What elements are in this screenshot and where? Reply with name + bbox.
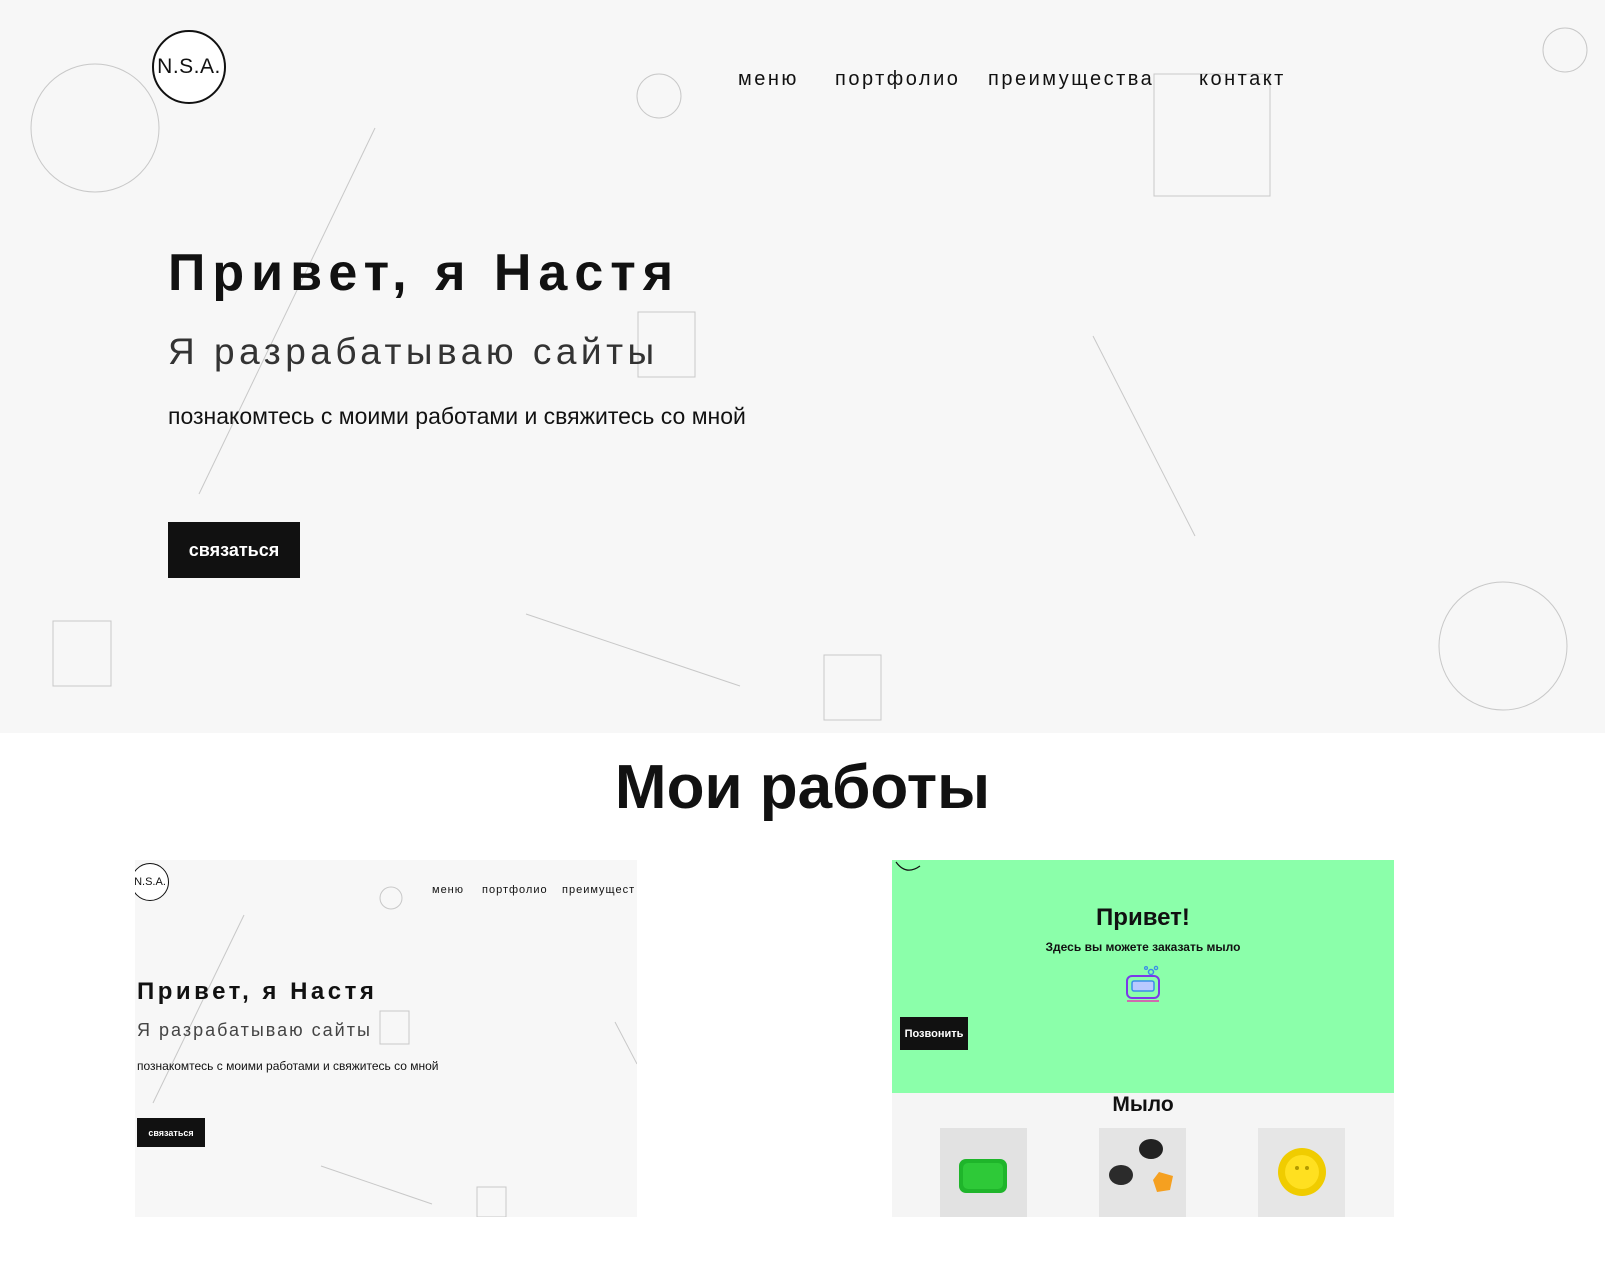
green-soap-image bbox=[940, 1128, 1027, 1217]
hero-subtitle: Я разрабатываю сайты bbox=[168, 331, 659, 372]
decor-square bbox=[1153, 73, 1271, 197]
soap-call-button: Позвонить bbox=[900, 1017, 968, 1050]
card-title: Привет, я Настя bbox=[137, 978, 378, 1005]
soap-title: Привет! bbox=[1096, 904, 1190, 931]
soap-hero: Привет! Здесь вы можете заказать мыло По… bbox=[892, 860, 1394, 1093]
card-nav-item: меню bbox=[432, 884, 465, 896]
nav-link-contact[interactable]: контакт bbox=[1199, 68, 1286, 91]
yellow-soap-image bbox=[1258, 1128, 1345, 1217]
decor-square bbox=[52, 620, 112, 687]
card-nav-item: преимущест bbox=[562, 884, 636, 896]
decor-circle bbox=[636, 73, 682, 119]
decor-circle bbox=[1542, 27, 1588, 73]
work-card-portfolio[interactable]: N.S.A. меню портфолио преимущест Привет,… bbox=[135, 860, 637, 1217]
nav-link-advantages[interactable]: преимущества bbox=[988, 68, 1154, 91]
works-section-title: Мои работы bbox=[614, 753, 991, 822]
card-subtitle: Я разрабатываю сайты bbox=[137, 1020, 372, 1040]
decor-circle bbox=[30, 63, 160, 193]
nav-link-portfolio[interactable]: портфолио bbox=[835, 68, 960, 91]
site-logo[interactable]: N.S.A. bbox=[152, 30, 226, 104]
soap-subtitle: Здесь вы можете заказать мыло bbox=[1045, 940, 1241, 954]
hero-title: Привет, я Настя bbox=[168, 244, 681, 302]
card-lead: познакомтесь с моими работами и свяжитес… bbox=[137, 1059, 439, 1073]
decor-square bbox=[823, 654, 882, 721]
logo-text: N.S.A. bbox=[157, 55, 221, 78]
contact-button[interactable]: связаться bbox=[168, 522, 300, 578]
decor-line bbox=[198, 127, 376, 495]
card-nav-item: портфолио bbox=[482, 884, 548, 896]
soap-section-title: Мыло bbox=[1112, 1093, 1174, 1116]
hero-lead: познакомтесь с моими работами и свяжитес… bbox=[168, 403, 746, 429]
card-logo-text: N.S.A. bbox=[135, 876, 166, 888]
decor-circle bbox=[1438, 581, 1568, 711]
nav-link-menu[interactable]: меню bbox=[738, 68, 799, 91]
card-button: связаться bbox=[137, 1118, 205, 1147]
decor-line bbox=[1092, 335, 1196, 537]
decor-line bbox=[525, 613, 741, 687]
soap-icon bbox=[1126, 965, 1160, 1002]
black-and-orange-soap-image bbox=[1099, 1128, 1186, 1217]
hero-section: N.S.A. меню портфолио преимущества конта… bbox=[0, 0, 1605, 733]
work-card-soap-shop[interactable]: Привет! Здесь вы можете заказать мыло По… bbox=[892, 860, 1394, 1217]
